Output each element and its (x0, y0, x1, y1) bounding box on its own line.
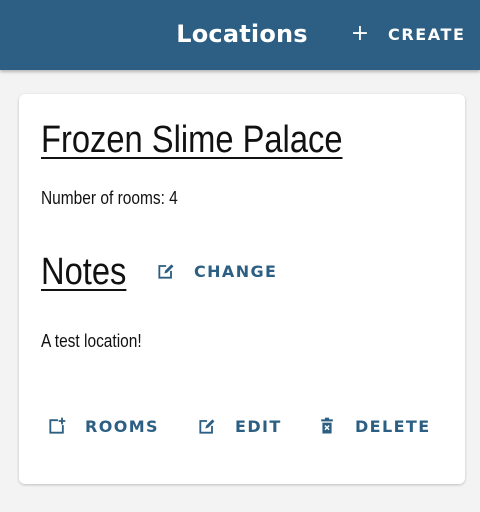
app-bar: Locations + CREATE (0, 0, 480, 70)
rooms-count: Number of rooms: 4 (41, 188, 178, 208)
change-button-label: CHANGE (194, 261, 278, 281)
delete-button[interactable]: DELETE (317, 416, 431, 436)
rooms-button-label: ROOMS (85, 416, 159, 436)
location-card: Frozen Slime Palace Number of rooms: 4 N… (19, 94, 465, 484)
notes-text: A test location! (41, 331, 142, 351)
create-button-label: CREATE (388, 24, 466, 44)
edit-button-label: EDIT (235, 416, 282, 436)
trash-icon (321, 417, 333, 434)
change-notes-button[interactable]: CHANGE (156, 261, 277, 281)
location-name[interactable]: Frozen Slime Palace (41, 116, 343, 164)
edit-button[interactable]: EDIT (197, 416, 282, 436)
delete-button-label: DELETE (355, 416, 431, 436)
edit-icon (199, 419, 215, 434)
plus-icon: + (350, 21, 370, 46)
edit-icon (158, 264, 174, 279)
add-box-icon (49, 417, 66, 434)
create-button[interactable]: + CREATE (348, 22, 466, 46)
notes-heading: Notes (41, 251, 127, 293)
rooms-button[interactable]: ROOMS (47, 416, 159, 436)
